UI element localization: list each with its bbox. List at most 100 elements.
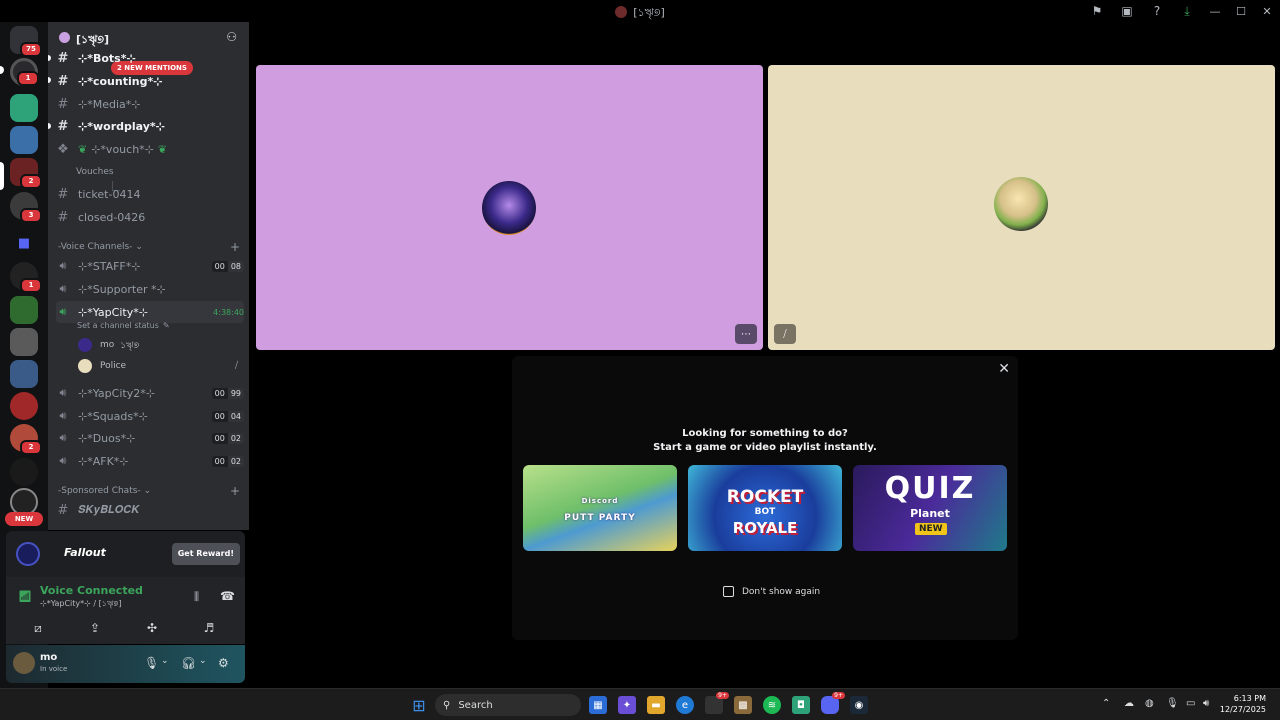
thread-vouches[interactable]: Vouches (76, 161, 249, 183)
screen-share-button[interactable]: ⇪ (73, 617, 117, 639)
download-icon[interactable]: ⤓ (1172, 0, 1202, 22)
chevron-down-icon: ⌄ (135, 242, 143, 252)
game-card-quiz-planet[interactable]: QUIZ Planet NEW (853, 465, 1007, 551)
clock[interactable]: 6:13 PM 12/27/2025 (1220, 693, 1266, 715)
participant-tile[interactable]: ⋯ (256, 65, 763, 350)
store-icon[interactable]: ▦ (589, 696, 607, 714)
noise-suppression-icon[interactable]: ⫼ (194, 590, 199, 604)
channel-status[interactable]: Set a channel status ✎ (77, 318, 249, 332)
more-options-button[interactable]: ⋯ (735, 324, 757, 344)
chevron-down-icon[interactable]: ⌄ (161, 656, 169, 666)
spotify-icon[interactable]: ≋ (763, 696, 781, 714)
title-bar-icons: ⚑ ▣ ? ⤓ — ☐ ✕ (1082, 0, 1280, 22)
sponsored-category[interactable]: -Sponsored Chats- ⌄ + (58, 483, 240, 499)
signal-icon: 📶︎ (18, 590, 32, 603)
unread-pill (0, 66, 4, 74)
tray-app-icon[interactable]: ◍ (1145, 698, 1154, 709)
microphone-icon[interactable]: 🎙︎ (144, 656, 159, 670)
selected-pill (0, 162, 4, 190)
soundboard-button[interactable]: ♬ (187, 617, 231, 639)
server-icon[interactable]: 2 (10, 158, 42, 189)
close-button[interactable]: ✕ (1254, 0, 1280, 22)
channel-counting[interactable]: # ⊹*counting*⊹ (56, 70, 244, 92)
close-icon[interactable]: ✕ (998, 361, 1010, 377)
add-channel-icon[interactable]: + (230, 240, 240, 254)
voice-channel-yapcity2[interactable]: 🔊︎ ⊹*YapCity2*⊹ 00 99 (56, 382, 244, 404)
channel-ticket[interactable]: # ticket-0414 (56, 183, 244, 205)
gear-icon[interactable]: ⚙ (218, 656, 229, 670)
camera-off-button[interactable]: ⧄ (16, 617, 60, 639)
dont-show-again-checkbox[interactable]: Don't show again (723, 586, 820, 597)
headphones-icon[interactable]: 🎧︎ (181, 656, 196, 670)
channel-media[interactable]: # ⊹*Media*⊹ (56, 93, 244, 115)
server-icon[interactable] (10, 360, 38, 388)
help-icon[interactable]: ? (1142, 0, 1172, 22)
activities-button[interactable]: ✣ (130, 617, 174, 639)
server-icon[interactable] (10, 296, 38, 324)
voice-channel-squads[interactable]: 🔊︎ ⊹*Squads*⊹ 00 04 (56, 405, 244, 427)
cloud-icon[interactable]: ☁ (1124, 698, 1134, 709)
minecraft-icon[interactable]: ▩ (734, 696, 752, 714)
server-icon[interactable]: 3 (10, 192, 42, 223)
flag-icon[interactable]: ⚑ (1082, 0, 1112, 22)
volume-icon[interactable]: 🔊︎ (1203, 698, 1209, 709)
server-icon[interactable]: 1 (10, 262, 42, 293)
avatar[interactable] (13, 652, 35, 674)
voice-status[interactable]: Voice Connected (40, 584, 143, 597)
server-icon[interactable]: 1 (10, 58, 39, 86)
invite-people-icon[interactable]: ⚇ (226, 30, 237, 44)
copilot-icon[interactable]: ✦ (618, 696, 636, 714)
channel-bots[interactable]: # ⊹*Bots*⊹ (56, 47, 244, 69)
username[interactable]: mo (40, 652, 57, 663)
windows-start-icon[interactable]: ⊞ (410, 696, 428, 715)
unread-indicator (48, 55, 51, 61)
channel-skyblock[interactable]: # 𝑺𝑲𝒚𝑩𝑳𝑶𝑪𝑲 (56, 499, 244, 521)
user-limit: 00 08 (211, 260, 244, 272)
server-icon[interactable] (10, 94, 38, 122)
network-icon[interactable]: ▭ (1186, 698, 1195, 709)
voice-channel-supporter[interactable]: 🔊︎ ⊹*Supporter *⊹ (56, 278, 244, 300)
voice-channel-path[interactable]: ⊹*YapCity*⊹ / [১ৠ୭] (40, 598, 122, 611)
disconnect-icon[interactable]: ☎ (220, 589, 235, 603)
app-icon[interactable]: ◘ (792, 696, 810, 714)
avatar (482, 181, 536, 235)
add-channel-icon[interactable]: + (230, 484, 240, 498)
server-icon[interactable] (10, 392, 38, 420)
participant-tile[interactable]: ⧸ (768, 65, 1275, 350)
server-icon[interactable] (10, 328, 38, 356)
taskbar-search[interactable]: ⚲ Search (435, 694, 581, 716)
game-card-rocket-bot-royale[interactable]: ROCKET BOT ROYALE (688, 465, 842, 551)
voice-category[interactable]: -Voice Channels- ⌄ + (58, 239, 240, 255)
get-reward-button[interactable]: Get Reward! (171, 543, 240, 565)
voice-channel-afk[interactable]: 🔊︎ ⊹*AFK*⊹ 00 02 (56, 450, 244, 472)
discord-icon[interactable]: 9+ (821, 692, 845, 714)
server-icon[interactable] (10, 126, 38, 154)
voice-channel-staff[interactable]: 🔊︎ ⊹*STAFF*⊹ 00 08 (56, 255, 244, 277)
voice-connection-panel: 📶︎ Voice Connected ⊹*YapCity*⊹ / [১ৠ୭] ⫼… (6, 577, 245, 644)
minimize-button[interactable]: — (1202, 0, 1228, 22)
game-card-putt-party[interactable]: Discord PUTT PARTY (523, 465, 677, 551)
folder-icon[interactable]: ■ (10, 230, 38, 258)
app-icon[interactable]: 9+ (705, 692, 729, 714)
steam-icon[interactable]: ◉ (850, 696, 868, 714)
chevron-down-icon: ⌄ (143, 486, 152, 496)
voice-user[interactable]: mo ১ৠ୭ (78, 335, 238, 355)
chevron-down-icon[interactable]: ⌄ (199, 656, 207, 666)
chevron-up-icon[interactable]: ⌃ (1102, 698, 1110, 709)
direct-messages-button[interactable]: 75 (10, 26, 42, 57)
server-icon[interactable] (10, 458, 38, 486)
mention-badge: 2 (20, 440, 42, 455)
channel-closed[interactable]: # closed-0426 (56, 206, 244, 228)
leaf-icon: ❦ (157, 142, 168, 156)
voice-channel-duos[interactable]: 🔊︎ ⊹*Duos*⊹ 00 02 (56, 427, 244, 449)
maximize-button[interactable]: ☐ (1228, 0, 1254, 22)
server-icon[interactable]: 2 (10, 424, 42, 455)
microphone-icon[interactable]: 🎙︎ (1166, 698, 1179, 709)
mention-badge: 1 (17, 71, 39, 86)
channel-vouch[interactable]: ❖ ❦ ⊹*vouch*⊹ ❦ (56, 138, 244, 160)
voice-user[interactable]: Police ⧸ (78, 356, 238, 376)
file-explorer-icon[interactable]: ▬ (647, 696, 665, 714)
channel-wordplay[interactable]: # ⊹*wordplay*⊹ (56, 115, 244, 137)
edge-icon[interactable]: e (676, 696, 694, 714)
screen-icon[interactable]: ▣ (1112, 0, 1142, 22)
